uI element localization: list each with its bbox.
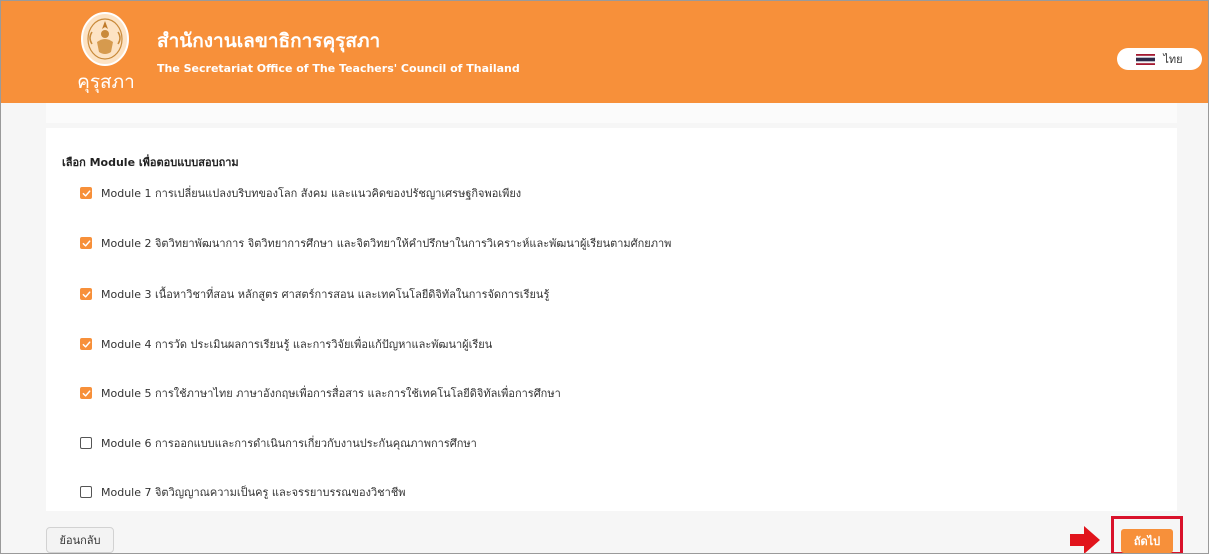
module-checkbox[interactable]: [80, 288, 92, 300]
site-subtitle: The Secretariat Office of The Teachers' …: [157, 62, 520, 75]
module-checkbox[interactable]: [80, 237, 92, 249]
check-icon: [82, 389, 90, 397]
arrow-right-icon: [1070, 526, 1100, 553]
module-option-2[interactable]: Module 2 จิตวิทยาพัฒนาการ จิตวิทยาการศึก…: [80, 233, 671, 253]
module-option-5[interactable]: Module 5 การใช้ภาษาไทย ภาษาอังกฤษเพื่อกา…: [80, 383, 561, 403]
module-checkbox[interactable]: [80, 437, 92, 449]
module-label: Module 4 การวัด ประเมินผลการเรียนรู้ และ…: [101, 338, 493, 351]
module-checkbox[interactable]: [80, 187, 92, 199]
site-logo[interactable]: คุรุสภา: [75, 12, 135, 94]
app-window: คุรุสภา สำนักงานเลขาธิการคุรุสภา The Sec…: [0, 0, 1209, 554]
check-icon: [82, 189, 90, 197]
logo-text: คุรุสภา: [77, 71, 135, 93]
module-option-4[interactable]: Module 4 การวัด ประเมินผลการเรียนรู้ และ…: [80, 334, 492, 354]
module-checkbox[interactable]: [80, 338, 92, 350]
site-header: คุรุสภา สำนักงานเลขาธิการคุรุสภา The Sec…: [1, 1, 1208, 103]
check-icon: [82, 290, 90, 298]
check-icon: [82, 239, 90, 247]
module-label: Module 1 การเปลี่ยนแปลงบริบทของโลก สังคม…: [101, 187, 522, 200]
module-option-3[interactable]: Module 3 เนื้อหาวิชาที่สอน หลักสูตร ศาสต…: [80, 284, 549, 304]
language-label: ไทย: [1163, 53, 1183, 66]
module-checkbox[interactable]: [80, 387, 92, 399]
check-icon: [82, 340, 90, 348]
site-title: สำนักงานเลขาธิการคุรุสภา: [157, 30, 381, 52]
module-label: Module 2 จิตวิทยาพัฒนาการ จิตวิทยาการศึก…: [101, 237, 672, 250]
back-button[interactable]: ย้อนกลับ: [46, 527, 114, 553]
module-label: Module 6 การออกแบบและการดำเนินการเกี่ยวก…: [101, 437, 477, 450]
module-option-6[interactable]: Module 6 การออกแบบและการดำเนินการเกี่ยวก…: [80, 433, 477, 453]
module-selection-card: เลือก Module เพื่อตอบแบบสอบถาม Module 1 …: [46, 128, 1177, 511]
language-switcher[interactable]: ไทย: [1117, 48, 1202, 70]
module-label: Module 7 จิตวิญญาณความเป็นครู และจรรยาบร…: [101, 486, 406, 499]
card-top-strip: [46, 103, 1177, 123]
module-checkbox[interactable]: [80, 486, 92, 498]
module-option-7[interactable]: Module 7 จิตวิญญาณความเป็นครู และจรรยาบร…: [80, 482, 406, 502]
thai-flag-icon: [1136, 53, 1156, 65]
section-title: เลือก Module เพื่อตอบแบบสอบถาม: [62, 156, 239, 169]
module-label: Module 5 การใช้ภาษาไทย ภาษาอังกฤษเพื่อกา…: [101, 387, 561, 400]
module-label: Module 3 เนื้อหาวิชาที่สอน หลักสูตร ศาสต…: [101, 288, 550, 301]
next-button[interactable]: ถัดไป: [1121, 529, 1173, 553]
teachers-council-emblem-icon: [81, 12, 129, 66]
module-option-1[interactable]: Module 1 การเปลี่ยนแปลงบริบทของโลก สังคม…: [80, 183, 521, 203]
